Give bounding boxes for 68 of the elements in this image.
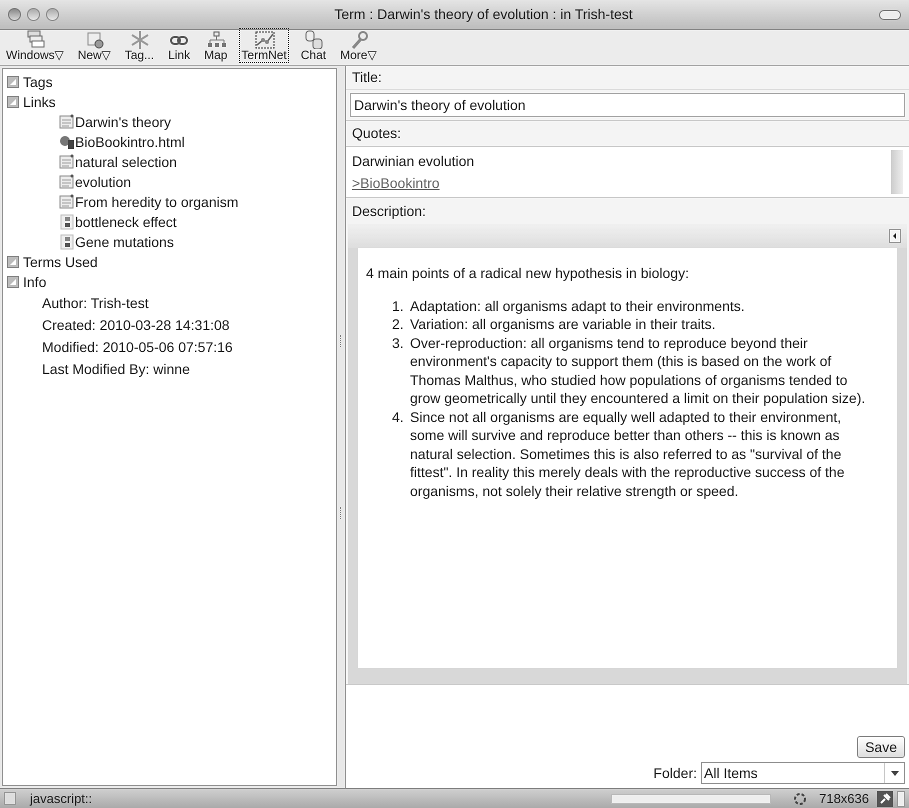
field-label: Title: — [352, 68, 382, 87]
toolbar-button[interactable]: Chat — [298, 28, 328, 63]
collapse-icon[interactable] — [7, 76, 19, 88]
field-label: Description: — [352, 202, 426, 221]
list-number: 3. — [392, 334, 405, 352]
list-number: 1. — [392, 296, 405, 315]
description-intro: 4 main points of a radical new hypothesis in biology: — [365, 264, 690, 282]
quote-link[interactable]: >BioBookintro — [352, 175, 440, 191]
quote-text: Darwinian evolution — [352, 152, 476, 171]
folder-label: Folder: — [653, 764, 697, 782]
link-item[interactable]: Gene mutations — [75, 232, 174, 252]
tree-section-label[interactable]: Tags — [23, 72, 53, 92]
link-item[interactable]: From heredity to organism — [75, 192, 238, 212]
info-text: Author: Trish-test — [42, 294, 149, 313]
description-editor[interactable] — [358, 248, 897, 668]
toolbar-button[interactable]: Windows▽ — [4, 28, 66, 63]
toolbar-button[interactable]: TermNet — [239, 28, 289, 63]
toolbar-button[interactable]: Link — [166, 28, 192, 63]
info-text: Created: 2010-03-28 14:31:08 — [42, 316, 230, 335]
collapse-icon[interactable] — [7, 256, 19, 268]
splitter-handle[interactable] — [340, 507, 342, 519]
collapse-icon[interactable] — [7, 276, 19, 288]
note-icon — [59, 174, 75, 190]
note-icon — [59, 194, 75, 210]
info-text: Last Modified By: winne — [42, 360, 190, 379]
window-size-text: 718x636 — [819, 790, 869, 808]
close-button[interactable] — [8, 8, 21, 21]
toolbar-toggle-button[interactable] — [879, 10, 901, 20]
field-label: Quotes: — [352, 124, 402, 143]
list-item-text: Over-reproduction: all organisms tend to reproduce beyond their environment's capacity to support them (this is based on the work of Thomas Malthus, who studied how populations of organisms tended to grow geometrically until they encountered a limit on their population size). — [410, 334, 866, 408]
folder-select[interactable]: All Items — [701, 762, 905, 784]
term-icon — [59, 214, 75, 230]
info-text: Modified: 2010-05-06 07:57:16 — [42, 338, 233, 357]
link-item[interactable]: natural selection — [75, 152, 177, 172]
tree-section-label[interactable]: Info — [23, 272, 46, 292]
window-title: Term : Darwin's theory of evolution : in Trish-test — [334, 5, 633, 24]
link-item[interactable]: evolution — [75, 172, 132, 192]
tree-section-label[interactable]: Links — [23, 92, 56, 112]
scrollbar-thumb[interactable] — [891, 150, 903, 194]
link-item[interactable]: bottleneck effect — [75, 212, 177, 232]
sidebar-toggle[interactable] — [897, 790, 905, 806]
link-item[interactable]: BioBookintro.html — [75, 132, 185, 152]
note-icon — [59, 154, 75, 170]
title-field[interactable]: Darwin's theory of evolution — [350, 93, 905, 117]
toolbar-button[interactable]: Map — [202, 28, 230, 63]
minimize-button[interactable] — [27, 8, 40, 21]
zoom-button[interactable] — [46, 8, 59, 21]
list-number: 4. — [392, 408, 405, 426]
toolbar-button[interactable]: Tag... — [122, 28, 156, 63]
sync-icon — [793, 792, 808, 806]
list-item-text: Adaptation: all organisms adapt to their environments. — [410, 296, 745, 315]
globe-document-icon — [59, 134, 75, 150]
note-icon — [59, 114, 75, 130]
collapse-icon[interactable] — [7, 96, 19, 108]
toolbar-button[interactable]: New▽ — [76, 28, 113, 63]
scroll-left-icon[interactable] — [889, 229, 901, 243]
save-button[interactable]: Save — [857, 736, 905, 758]
splitter-handle[interactable] — [340, 335, 342, 347]
list-item-text: Variation: all organisms are variable in their traits. — [410, 315, 716, 334]
caret-icon — [890, 770, 898, 776]
list-item-text: Since not all organisms are equally well adapted to their environment, some will survive and reproduce better than others -- this is known as natural selection. Sometimes this is also referred to as "survival of the fittest". In reality this merely deals with the reproductive success of the organisms, not solely their relative strength or speed. — [410, 408, 846, 500]
term-icon — [59, 234, 75, 250]
link-item[interactable]: Darwin's theory — [75, 112, 172, 132]
page-icon — [4, 792, 16, 805]
toolbar-button[interactable]: More▽ — [338, 28, 378, 63]
list-number: 2. — [392, 315, 405, 334]
status-text: javascript:: — [30, 790, 94, 808]
tree-section-label[interactable]: Terms Used — [23, 252, 98, 272]
